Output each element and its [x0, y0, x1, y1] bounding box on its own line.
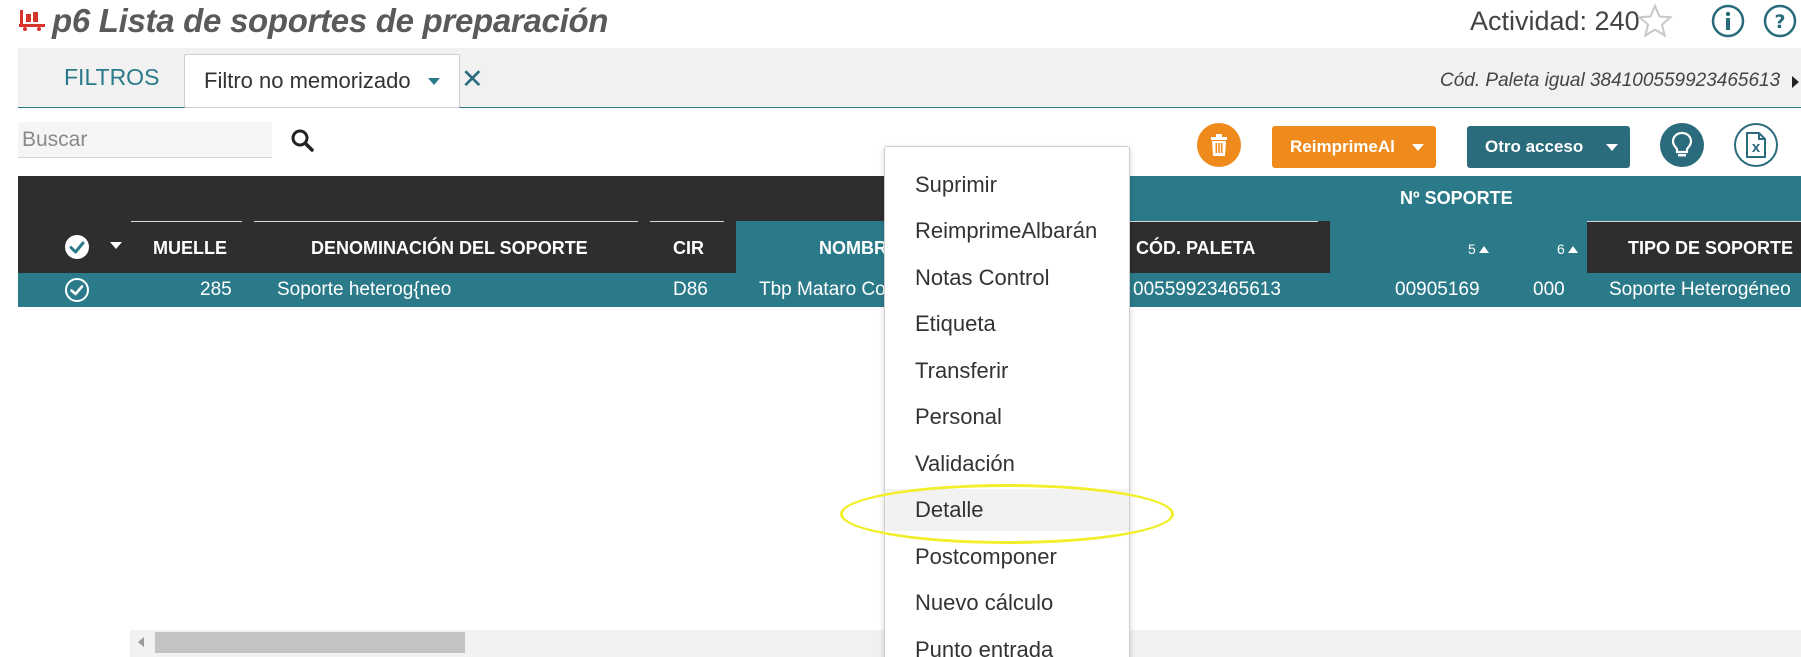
column-header-muelle[interactable]: MUELLE: [153, 238, 227, 259]
menu-item-notas-control[interactable]: Notas Control: [885, 257, 1129, 299]
column-group-header: Nº SOPORTE: [1400, 188, 1513, 208]
menu-item-transferir[interactable]: Transferir: [885, 350, 1129, 392]
chevron-down-icon[interactable]: [110, 242, 122, 249]
highlight-annotation: [840, 484, 1174, 544]
column-divider: [254, 221, 638, 222]
cell-cir: D86: [673, 279, 708, 300]
cell-denominacion: Soporte heterog{neo: [277, 279, 452, 300]
sort-asc-icon: [1478, 245, 1489, 253]
delete-button[interactable]: [1197, 123, 1241, 167]
lightbulb-icon: [1671, 131, 1693, 157]
scrollbar-thumb[interactable]: [155, 632, 465, 653]
column-divider: [650, 221, 724, 222]
otro-acceso-label: Otro acceso: [1485, 137, 1584, 156]
menu-item-personal[interactable]: Personal: [885, 396, 1129, 438]
star-icon[interactable]: [1637, 3, 1673, 39]
trash-icon: [1211, 134, 1227, 156]
column-divider: [1587, 221, 1801, 222]
column-divider: [131, 221, 242, 222]
search-input[interactable]: [22, 126, 266, 154]
sort-order-5: 5: [1468, 241, 1476, 257]
excel-icon: X: [1746, 132, 1766, 158]
chevron-down-icon[interactable]: [428, 78, 440, 85]
column-header-cir[interactable]: CIR: [673, 238, 704, 259]
info-icon[interactable]: [1710, 3, 1746, 39]
cell-tipo: Soporte Heterogéneo: [1609, 279, 1791, 300]
chevron-down-icon: [1412, 144, 1424, 151]
column-header-denominacion[interactable]: DENOMINACIÓN DEL SOPORTE: [311, 238, 588, 259]
export-excel-button[interactable]: X: [1734, 123, 1778, 167]
menu-item-suprimir[interactable]: Suprimir: [885, 164, 1129, 206]
menu-item-punto-entrada[interactable]: Punto entrada: [885, 629, 1129, 657]
reimprime-label: ReimprimeAl: [1290, 137, 1395, 156]
menu-item-reimprime-albaran[interactable]: ReimprimeAlbarán: [885, 210, 1129, 252]
cell-cod-paleta: 00559923465613: [1133, 279, 1281, 300]
row-checkbox[interactable]: [65, 278, 89, 302]
context-menu: Suprimir ReimprimeAlbarán Notas Control …: [884, 146, 1130, 657]
column-header-5[interactable]: 5: [1468, 241, 1489, 257]
sort-asc-icon: [1567, 245, 1578, 253]
cell-muelle: 285: [200, 279, 232, 300]
otro-acceso-dropdown-button[interactable]: Otro acceso: [1467, 126, 1630, 168]
header-highlight-soporte: [1330, 221, 1587, 273]
menu-item-nuevo-calculo[interactable]: Nuevo cálculo: [885, 582, 1129, 624]
page-title: p6 Lista de soportes de preparación: [52, 2, 609, 39]
filters-label[interactable]: FILTROS: [64, 64, 159, 91]
clear-filter-icon[interactable]: ✕: [461, 64, 484, 95]
filter-summary: Cód. Paleta igual 384100559923465613: [1440, 70, 1781, 91]
sort-order-6: 6: [1557, 241, 1565, 257]
expand-right-icon[interactable]: [1792, 76, 1799, 88]
menu-item-validacion[interactable]: Validación: [885, 443, 1129, 485]
column-divider: [1130, 221, 1318, 222]
tips-button[interactable]: [1660, 123, 1704, 167]
column-header-cod-paleta[interactable]: CÓD. PALETA: [1136, 238, 1255, 259]
svg-text:X: X: [1752, 142, 1761, 155]
reimprime-dropdown-button[interactable]: ReimprimeAl: [1272, 126, 1436, 168]
cell-soporte-6: 000: [1533, 279, 1565, 300]
column-header-nombre[interactable]: NOMBR: [819, 238, 887, 259]
menu-item-etiqueta[interactable]: Etiqueta: [885, 303, 1129, 345]
check-icon: [70, 285, 84, 296]
column-header-tipo[interactable]: TIPO DE SOPORTE: [1628, 238, 1793, 259]
scroll-left-icon[interactable]: [138, 637, 144, 647]
filter-select-value: Filtro no memorizado: [204, 68, 411, 93]
help-icon[interactable]: ?: [1762, 3, 1798, 39]
select-all-checkbox[interactable]: [65, 235, 89, 259]
chevron-down-icon: [1606, 144, 1618, 151]
check-icon: [69, 241, 85, 254]
app-logo-icon: [18, 8, 46, 32]
search-icon[interactable]: [290, 128, 316, 154]
cell-nombre: Tbp Mataro Co: [759, 279, 886, 300]
svg-text:?: ?: [1774, 11, 1785, 33]
column-header-6[interactable]: 6: [1557, 241, 1578, 257]
activity-count: Actividad: 240: [1470, 6, 1640, 36]
cell-soporte-5: 00905169: [1395, 279, 1480, 300]
